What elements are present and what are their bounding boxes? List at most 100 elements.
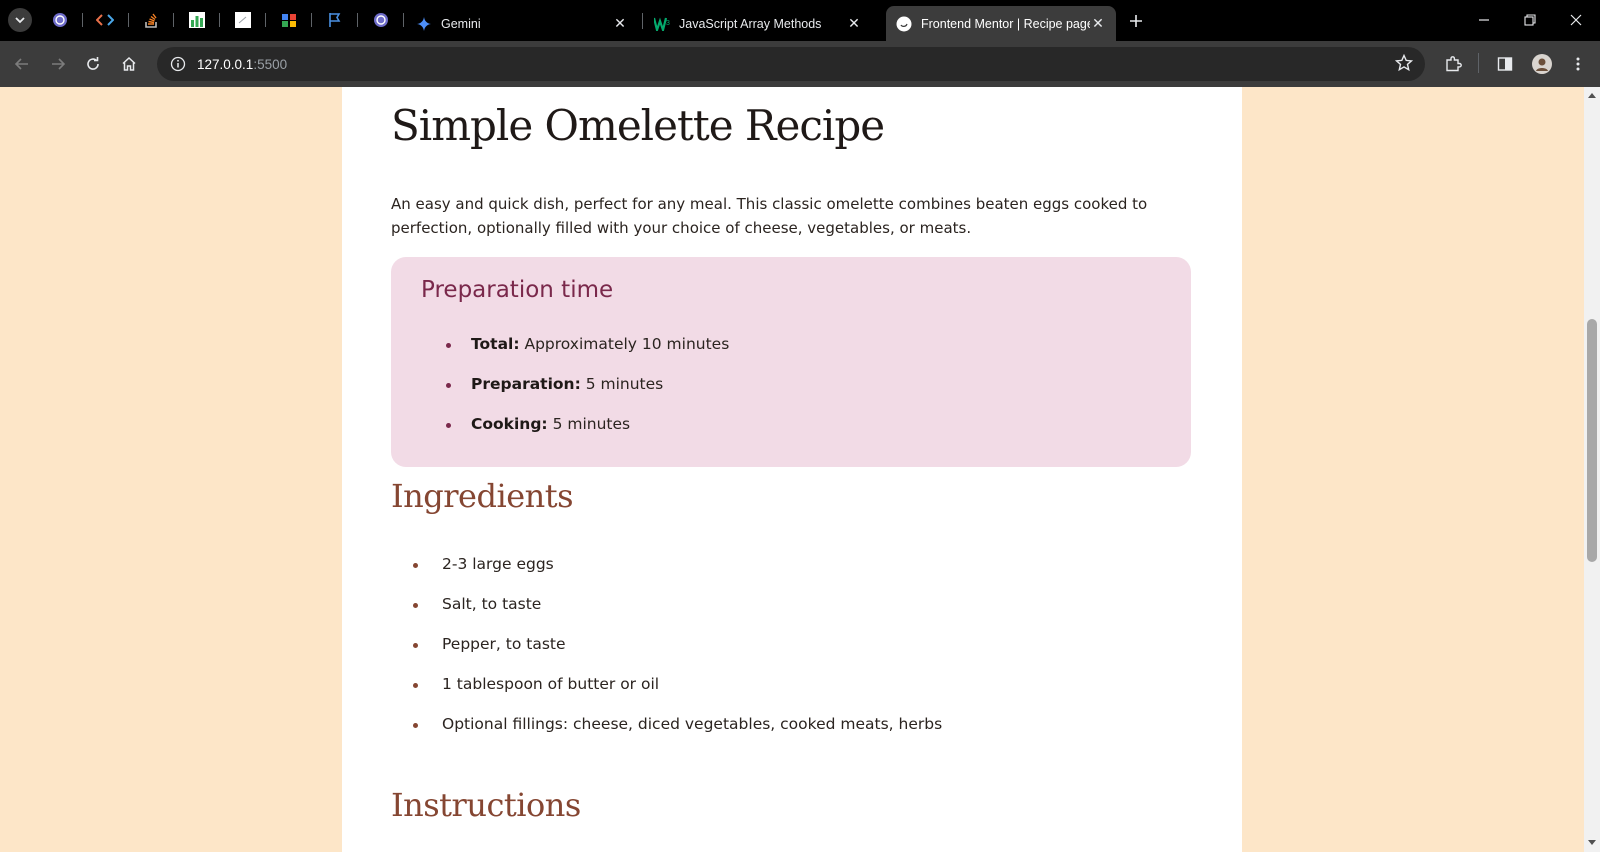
close-tab-icon[interactable]: ✕ bbox=[612, 15, 628, 32]
browser-menu-button[interactable] bbox=[1566, 52, 1590, 76]
plus-icon bbox=[1130, 15, 1142, 27]
new-tab-button[interactable] bbox=[1125, 10, 1147, 32]
side-panel-icon bbox=[1497, 57, 1513, 71]
pinned-tab-google-tasks[interactable] bbox=[279, 10, 299, 30]
tab-separator bbox=[311, 13, 312, 27]
url-port: :5500 bbox=[253, 56, 288, 72]
extensions-button[interactable] bbox=[1441, 52, 1465, 76]
tab-gemini[interactable]: Gemini ✕ bbox=[406, 6, 638, 41]
minimize-button[interactable] bbox=[1461, 0, 1507, 40]
tab-separator bbox=[82, 13, 83, 27]
instructions-heading: Instructions bbox=[391, 786, 581, 824]
pinned-tab-document[interactable] bbox=[233, 10, 253, 30]
prep-value: 5 minutes bbox=[585, 375, 664, 393]
home-button[interactable] bbox=[117, 52, 141, 76]
ingredients-heading: Ingredients bbox=[391, 477, 574, 515]
side-panel-button[interactable] bbox=[1493, 52, 1517, 76]
preparation-time-box: Preparation time Total: Approximately 10… bbox=[391, 257, 1191, 467]
triangle-up-icon bbox=[1588, 93, 1596, 98]
puzzle-icon bbox=[1446, 56, 1462, 72]
chevron-down-icon bbox=[15, 17, 25, 24]
tab-separator bbox=[128, 13, 129, 27]
preparation-time-heading: Preparation time bbox=[421, 277, 614, 303]
recipe-intro: An easy and quick dish, perfect for any … bbox=[391, 195, 1148, 237]
list-item: Optional fillings: cheese, diced vegetab… bbox=[409, 715, 942, 755]
forward-arrow-icon bbox=[52, 58, 66, 70]
browser-toolbar: 127.0.0.1:5500 bbox=[0, 41, 1600, 87]
tab-separator bbox=[173, 13, 174, 27]
profile-avatar[interactable] bbox=[1530, 52, 1554, 76]
prep-value: 5 minutes bbox=[552, 415, 631, 433]
code-icon bbox=[96, 14, 114, 26]
flag-icon bbox=[329, 13, 341, 27]
site-info-icon[interactable] bbox=[161, 47, 195, 81]
tab-title: Frontend Mentor | Recipe page bbox=[921, 16, 1090, 31]
list-item: 1 tablespoon of butter or oil bbox=[409, 675, 942, 715]
tab-separator bbox=[642, 13, 643, 29]
reload-button[interactable] bbox=[81, 52, 105, 76]
close-icon bbox=[1570, 14, 1582, 26]
pinned-tab-code[interactable] bbox=[95, 10, 115, 30]
pinned-tab-stackoverflow[interactable] bbox=[141, 10, 161, 30]
toolbar-divider bbox=[1478, 53, 1479, 73]
kebab-menu-icon bbox=[1576, 57, 1580, 71]
tab-search-button[interactable] bbox=[8, 8, 32, 32]
avatar-icon bbox=[1532, 54, 1552, 74]
frontend-mentor-icon bbox=[896, 16, 912, 32]
tab-separator bbox=[265, 13, 266, 27]
pinned-tab-chart[interactable] bbox=[187, 10, 207, 30]
back-arrow-icon bbox=[14, 58, 28, 70]
recipe-card: Simple Omelette Recipe An easy and quick… bbox=[342, 87, 1242, 852]
prep-label: Cooking: bbox=[471, 415, 548, 433]
triangle-down-icon bbox=[1588, 840, 1596, 845]
prep-label: Total: bbox=[471, 335, 520, 353]
document-icon bbox=[235, 12, 251, 28]
ingredients-list: 2-3 large eggs Salt, to taste Pepper, to… bbox=[409, 555, 942, 755]
tab-strip: Gemini ✕ 3 JavaScript Array Methods ✕ Fr… bbox=[0, 0, 1600, 41]
tab-separator bbox=[357, 13, 358, 27]
restore-icon bbox=[1524, 14, 1536, 26]
prep-item-preparation: Preparation: 5 minutes bbox=[440, 375, 729, 415]
preparation-time-list: Total: Approximately 10 minutes Preparat… bbox=[440, 335, 729, 455]
recipe-title: Simple Omelette Recipe bbox=[391, 101, 885, 150]
prep-value: Approximately 10 minutes bbox=[524, 335, 730, 353]
tab-title: Gemini bbox=[441, 16, 481, 31]
back-button[interactable] bbox=[10, 52, 34, 76]
restore-button[interactable] bbox=[1507, 0, 1553, 40]
url-text: 127.0.0.1:5500 bbox=[197, 57, 287, 72]
chatgpt-icon bbox=[374, 13, 388, 27]
pinned-tab-chatgpt-2[interactable] bbox=[371, 10, 391, 30]
tab-title: JavaScript Array Methods bbox=[679, 16, 822, 31]
close-window-button[interactable] bbox=[1553, 0, 1599, 40]
close-tab-icon[interactable]: ✕ bbox=[846, 15, 862, 32]
svg-text:3: 3 bbox=[666, 20, 670, 27]
tab-frontend-mentor-recipe[interactable]: Frontend Mentor | Recipe page ✕ bbox=[886, 6, 1116, 41]
page-viewport: Simple Omelette Recipe An easy and quick… bbox=[0, 87, 1584, 852]
minimize-icon bbox=[1479, 19, 1489, 21]
prep-item-cooking: Cooking: 5 minutes bbox=[440, 415, 729, 455]
scroll-thumb[interactable] bbox=[1587, 319, 1597, 562]
w3schools-icon: 3 bbox=[654, 16, 670, 32]
chart-icon bbox=[189, 12, 205, 28]
tab-javascript-array-methods[interactable]: 3 JavaScript Array Methods ✕ bbox=[644, 6, 872, 41]
address-bar[interactable]: 127.0.0.1:5500 bbox=[157, 47, 1425, 81]
google-tasks-icon bbox=[282, 14, 296, 27]
page-scrollbar[interactable] bbox=[1584, 87, 1600, 852]
scroll-up-arrow[interactable] bbox=[1588, 91, 1596, 99]
list-item: 2-3 large eggs bbox=[409, 555, 942, 595]
chatgpt-icon bbox=[53, 13, 67, 27]
pinned-tab-flag[interactable] bbox=[325, 10, 345, 30]
pinned-tab-chatgpt[interactable] bbox=[50, 10, 70, 30]
url-host: 127.0.0.1 bbox=[197, 56, 254, 72]
tab-separator bbox=[403, 13, 404, 27]
scroll-down-arrow[interactable] bbox=[1588, 839, 1596, 847]
close-tab-icon[interactable]: ✕ bbox=[1090, 15, 1106, 32]
gemini-icon bbox=[416, 16, 432, 32]
home-icon bbox=[122, 56, 136, 71]
prep-item-total: Total: Approximately 10 minutes bbox=[440, 335, 729, 375]
forward-button[interactable] bbox=[46, 52, 70, 76]
bookmark-star-icon[interactable] bbox=[1394, 53, 1414, 76]
tab-separator bbox=[219, 13, 220, 27]
list-item: Pepper, to taste bbox=[409, 635, 942, 675]
stackoverflow-icon bbox=[145, 13, 157, 28]
